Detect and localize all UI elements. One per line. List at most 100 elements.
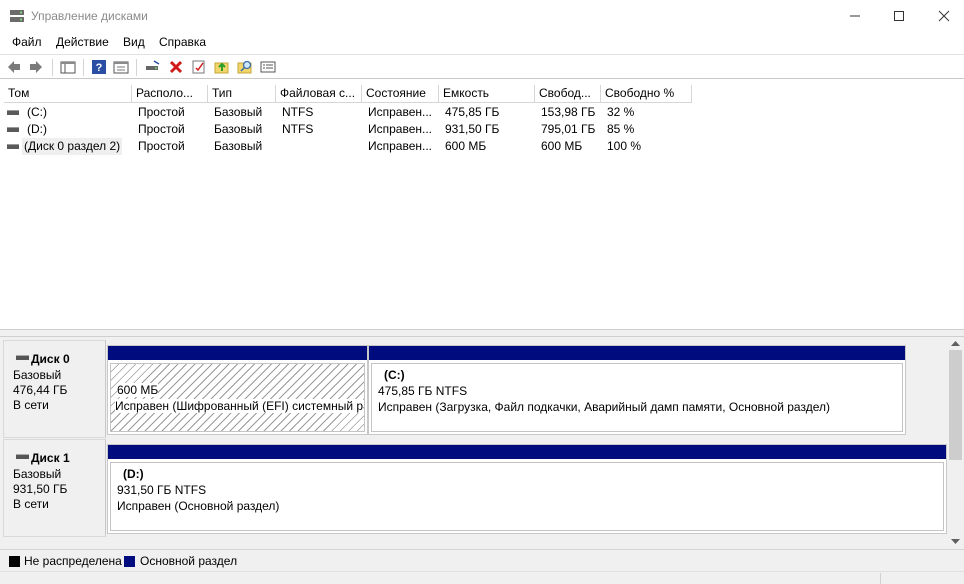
column-header-free-percent[interactable]: Свободно %	[601, 85, 692, 103]
column-header-volume[interactable]: Том	[4, 85, 132, 103]
column-header-filesystem[interactable]: Файловая с...	[276, 85, 362, 103]
status-bar	[0, 571, 964, 584]
svg-text:?: ?	[96, 62, 103, 74]
partition-size: 600 МБ	[117, 383, 159, 397]
legend: Не распределена Основной раздел	[0, 549, 964, 571]
connect-drive-icon[interactable]	[145, 59, 161, 75]
menu-view[interactable]: Вид	[123, 35, 145, 49]
legend-label-primary: Основной раздел	[140, 554, 238, 568]
close-icon	[938, 10, 950, 21]
volume-icon	[7, 144, 19, 149]
maximize-icon	[894, 10, 904, 21]
filesystem-value: NTFS	[282, 122, 314, 136]
volume-list: Том Располо... Тип Файловая с... Состоян…	[0, 85, 964, 329]
menu-action[interactable]: Действие	[56, 35, 109, 49]
disk-map-pane: Диск 0 Базовый 476,44 ГБ В сети 600 МБ И…	[0, 337, 964, 549]
search-volume-icon[interactable]	[237, 59, 253, 75]
disk-size: 476,44 ГБ	[13, 383, 68, 397]
partition-header-bar	[369, 346, 905, 360]
scroll-thumb[interactable]	[949, 350, 962, 460]
disk-management-app-icon	[10, 10, 24, 22]
properties-icon[interactable]	[113, 59, 129, 75]
help-icon[interactable]: ?	[91, 59, 107, 75]
list-view-icon[interactable]	[260, 59, 276, 75]
disk-0-label[interactable]: Диск 0 Базовый 476,44 ГБ В сети	[3, 340, 106, 438]
type-value: Базовый	[214, 122, 263, 136]
volume-name: (Диск 0 раздел 2)	[22, 138, 123, 155]
toolbar: ?	[0, 54, 964, 79]
column-header-free-space[interactable]: Свобод...	[535, 85, 601, 103]
free-space-value: 153,98 ГБ	[541, 105, 596, 119]
partition-d[interactable]: (D:) 931,50 ГБ NTFS Исправен (Основной р…	[107, 444, 947, 534]
disk-type: Базовый	[13, 467, 62, 481]
minimize-button[interactable]	[832, 0, 878, 31]
forward-icon[interactable]	[28, 59, 44, 75]
partition-title: (D:)	[123, 467, 144, 481]
toolbar-separator	[136, 59, 137, 76]
disk-icon	[16, 454, 29, 459]
legend-label-unallocated: Не распределена	[24, 554, 122, 568]
capacity-value: 600 МБ	[445, 139, 487, 153]
volume-icon	[7, 110, 19, 115]
partition-status: Исправен (Загрузка, Файл подкачки, Авари…	[378, 400, 830, 414]
status-value: Исправен...	[368, 122, 433, 136]
disk-icon	[16, 355, 29, 360]
toolbar-separator	[52, 59, 53, 76]
pane-splitter[interactable]	[0, 329, 964, 337]
console-tree-icon[interactable]	[60, 59, 76, 75]
title-bar[interactable]: Управление дисками	[0, 0, 964, 32]
partition-status: Исправен (Основной раздел)	[117, 499, 280, 513]
partition-efi[interactable]: 600 МБ Исправен (Шифрованный (EFI) систе…	[107, 345, 368, 435]
disk-name: Диск 1	[31, 451, 70, 465]
layout-value: Простой	[138, 105, 185, 119]
partition-size: 931,50 ГБ NTFS	[117, 483, 207, 497]
column-header-capacity[interactable]: Емкость	[439, 85, 535, 103]
partition-status: Исправен (Шифрованный (EFI) системный р	[115, 399, 364, 413]
disk-1-label[interactable]: Диск 1 Базовый 931,50 ГБ В сети	[3, 439, 106, 537]
type-value: Базовый	[214, 105, 263, 119]
partition-body: (D:) 931,50 ГБ NTFS Исправен (Основной р…	[110, 462, 944, 531]
scroll-up-icon[interactable]	[951, 341, 960, 347]
close-button[interactable]	[921, 0, 964, 31]
minimize-icon	[850, 15, 860, 16]
scroll-down-icon[interactable]	[951, 539, 960, 545]
disk-management-window: Управление дисками Файл Действие Вид Спр…	[0, 0, 964, 584]
partition-c[interactable]: (C:) 475,85 ГБ NTFS Исправен (Загрузка, …	[368, 345, 906, 435]
disk-name: Диск 0	[31, 352, 70, 366]
back-icon[interactable]	[6, 59, 22, 75]
free-percent-value: 100 %	[607, 139, 642, 153]
free-space-value: 795,01 ГБ	[541, 122, 596, 136]
free-space-value: 600 МБ	[541, 139, 583, 153]
disk-size: 931,50 ГБ	[13, 482, 68, 496]
capacity-value: 931,50 ГБ	[445, 122, 500, 136]
layout-value: Простой	[138, 139, 185, 153]
up-folder-icon[interactable]	[214, 59, 230, 75]
partition-header-bar	[108, 346, 367, 360]
volume-icon	[7, 127, 19, 132]
menu-help[interactable]: Справка	[159, 35, 206, 49]
partition-body: (C:) 475,85 ГБ NTFS Исправен (Загрузка, …	[371, 363, 903, 432]
free-percent-value: 32 %	[607, 105, 635, 119]
status-value: Исправен...	[368, 105, 433, 119]
delete-icon[interactable]	[168, 59, 184, 75]
free-percent-value: 85 %	[607, 122, 635, 136]
disk-status: В сети	[13, 398, 49, 412]
window-title: Управление дисками	[31, 9, 148, 23]
column-header-layout[interactable]: Располо...	[132, 85, 208, 103]
menu-bar: Файл Действие Вид Справка	[0, 32, 964, 54]
column-header-status[interactable]: Состояние	[362, 85, 439, 103]
column-header-type[interactable]: Тип	[208, 85, 276, 103]
check-icon[interactable]	[191, 59, 207, 75]
filesystem-value: NTFS	[282, 105, 314, 119]
menu-file[interactable]: Файл	[12, 35, 42, 49]
partition-size: 475,85 ГБ NTFS	[378, 384, 468, 398]
type-value: Базовый	[214, 139, 263, 153]
vertical-scrollbar[interactable]	[947, 337, 964, 549]
disk-status: В сети	[13, 497, 49, 511]
maximize-button[interactable]	[876, 0, 922, 31]
status-bar-divider	[880, 573, 881, 584]
capacity-value: 475,85 ГБ	[445, 105, 500, 119]
legend-swatch-primary	[124, 556, 135, 567]
volume-name: (C:)	[27, 105, 47, 119]
status-value: Исправен...	[368, 139, 433, 153]
